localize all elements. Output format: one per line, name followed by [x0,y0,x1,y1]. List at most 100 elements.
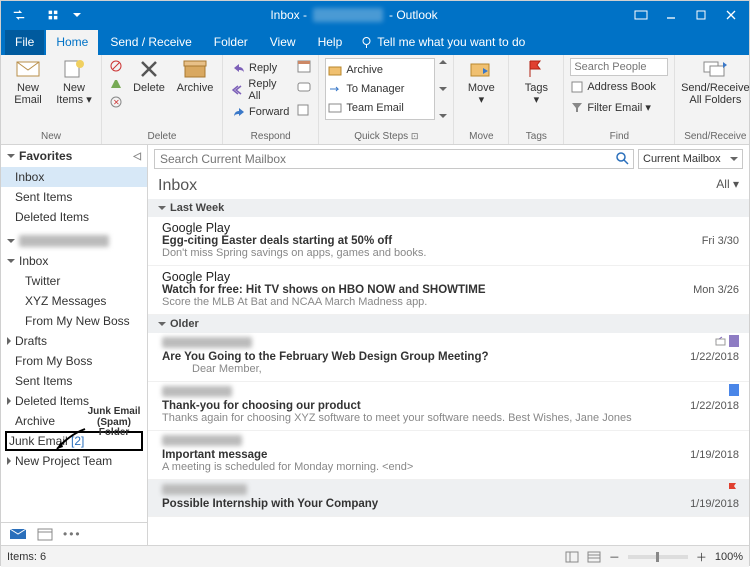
msg-sender: Google Play [162,270,739,284]
nav-inbox[interactable]: Inbox [1,251,147,271]
calendar-view-icon[interactable] [37,527,53,541]
tab-home[interactable]: Home [46,30,98,55]
group-new: New Email New Items ▾ New [1,55,102,144]
move-button[interactable]: Move ▾ [460,58,502,106]
zoom-slider[interactable] [628,555,688,559]
view-reading-icon[interactable] [587,551,601,563]
message-item[interactable]: Important message A meeting is scheduled… [148,431,749,480]
group-sendreceive: Send/Receive All Folders Send/Receive [675,55,750,144]
search-mailbox-input[interactable] [154,149,634,169]
nav-inbox-twitter[interactable]: Twitter [1,271,147,291]
group-find: Address Book Filter Email ▾ Find [564,55,675,144]
tab-folder[interactable]: Folder [204,30,258,55]
search-scope-dropdown[interactable]: Current Mailbox [638,149,743,169]
more-views-icon[interactable]: ••• [63,527,82,541]
send-receive-all-button[interactable]: Send/Receive All Folders [681,58,749,106]
mail-view-icon[interactable] [9,527,27,541]
qs-to-manager[interactable]: To Manager [328,80,432,98]
reply-all-button[interactable]: Reply All [229,80,292,100]
message-item[interactable]: Google Play Egg-citing Easter deals star… [148,217,749,266]
maximize-icon[interactable] [687,5,715,25]
group-new-label: New [7,131,95,142]
nav-from-my-boss[interactable]: From My Boss [1,351,147,371]
nav-sent-items[interactable]: Sent Items [1,371,147,391]
collapse-pane-icon[interactable]: ◁ [133,151,141,162]
message-item[interactable]: Thank-you for choosing our product Thank… [148,382,749,431]
quick-steps-gallery[interactable]: Archive To Manager Team Email [325,58,435,120]
close-icon[interactable] [717,5,745,25]
status-item-count: Items: 6 [7,551,46,563]
msg-date: 1/19/2018 [690,498,739,510]
im-icon[interactable] [296,80,312,96]
address-book-button[interactable]: Address Book [570,78,668,96]
search-icon[interactable] [616,152,629,165]
filter-email-button[interactable]: Filter Email ▾ [570,98,668,116]
minimize-icon[interactable] [657,5,685,25]
forward-icon [232,105,246,119]
zoom-in-icon[interactable]: ＋ [696,549,707,565]
ribbon: New Email New Items ▾ New ✕ Delete Archi… [1,55,749,145]
filter-all-dropdown[interactable]: All ▾ [716,177,739,195]
search-people-input[interactable] [570,58,668,76]
forward-button[interactable]: Forward [229,102,292,122]
nav-fav-inbox[interactable]: Inbox [1,167,147,187]
ignore-icon[interactable] [108,58,124,74]
new-items-icon [61,58,87,80]
message-item[interactable]: Are You Going to the February Web Design… [148,333,749,382]
group-last-week[interactable]: Last Week [148,199,749,217]
view-normal-icon[interactable] [565,551,579,563]
nav-inbox-xyz[interactable]: XYZ Messages [1,291,147,311]
qat-sendreceive-icon[interactable] [5,5,33,25]
qs-down-icon[interactable] [439,87,447,91]
favorites-header[interactable]: Favorites◁ [1,145,147,167]
tags-button[interactable]: Tags ▾ [515,58,557,106]
tell-me-label: Tell me what you want to do [377,35,525,49]
nav-fav-sent[interactable]: Sent Items [1,187,147,207]
new-email-button[interactable]: New Email [7,58,49,106]
group-delete-label: Delete [108,131,216,142]
move-label: Move ▾ [468,82,495,106]
group-older[interactable]: Older [148,315,749,333]
qs-team-email[interactable]: Team Email [328,99,432,117]
zoom-out-icon[interactable]: － [609,549,620,565]
bottom-nav-bar: ••• [1,522,147,545]
junk-icon[interactable]: ✕ [108,94,124,110]
group-move-label: Move [460,131,502,142]
tab-view[interactable]: View [260,30,306,55]
chevron-down-icon [730,157,738,161]
caret-down-icon [158,206,166,210]
tab-send-receive[interactable]: Send / Receive [100,30,201,55]
meeting-icon[interactable] [296,58,312,74]
cleanup-icon[interactable] [108,76,124,92]
nav-drafts[interactable]: Drafts [1,331,147,351]
nav-fav-deleted[interactable]: Deleted Items [1,207,147,227]
tab-help[interactable]: Help [308,30,353,55]
reply-button[interactable]: Reply [229,58,292,78]
menu-bar: File Home Send / Receive Folder View Hel… [1,29,749,55]
ribbon-display-icon[interactable] [627,5,655,25]
qat-customize-icon[interactable] [73,13,81,17]
qat-undo-icon[interactable] [39,5,67,25]
qs-expand-icon[interactable] [439,114,447,118]
caret-down-icon [7,239,15,243]
more-respond-icon[interactable] [296,102,312,118]
qs-archive[interactable]: Archive [328,61,432,79]
message-item[interactable]: Google Play Watch for free: Hit TV shows… [148,266,749,315]
zoom-level: 100% [715,551,743,563]
archive-button[interactable]: Archive [174,58,216,110]
qs-up-icon[interactable] [439,60,447,64]
group-qs-label: Quick Steps [354,131,408,142]
tab-file[interactable]: File [5,30,44,55]
account-header[interactable] [1,231,147,251]
send-receive-label: Send/Receive All Folders [681,82,750,106]
msg-preview: Dear Member, [162,363,739,375]
svg-text:✕: ✕ [113,98,120,107]
tell-me-search[interactable]: Tell me what you want to do [360,35,525,55]
status-bar: Items: 6 － ＋ 100% [1,545,749,567]
flag-icon [727,482,739,494]
nav-deleted-items[interactable]: Deleted Items [1,391,147,411]
message-item[interactable]: Possible Internship with Your Company 1/… [148,480,749,517]
nav-inbox-newboss[interactable]: From My New Boss [1,311,147,331]
new-items-button[interactable]: New Items ▾ [53,58,95,106]
delete-button[interactable]: Delete [128,58,170,110]
